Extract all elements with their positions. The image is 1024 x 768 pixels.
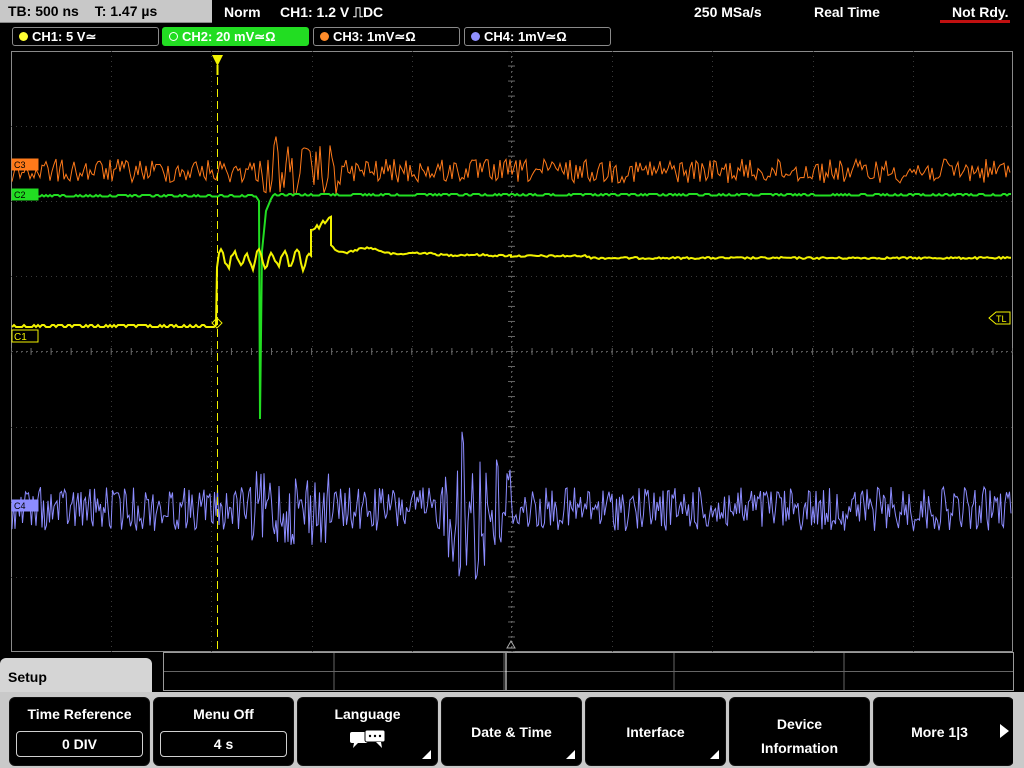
ch2-label: CH2: 20 mV≃Ω — [182, 29, 276, 44]
channel-tab-ch3[interactable]: CH3: 1mV≃Ω — [313, 27, 460, 46]
trigger-level-label: TL — [996, 314, 1007, 324]
device-information-label: Device Information — [730, 712, 869, 760]
trigger-info[interactable]: CH1: 1.2 V ⎍DC — [280, 0, 383, 24]
ch4-marker[interactable]: C4 — [11, 499, 39, 512]
menu-off-value: 4 s — [160, 731, 287, 757]
submenu-corner-icon — [710, 750, 719, 759]
speech-bubbles-icon — [350, 729, 386, 748]
submenu-corner-icon — [566, 750, 575, 759]
overview-grid — [164, 653, 1013, 690]
device-information-line2: Information — [761, 740, 838, 756]
interface-label: Interface — [626, 724, 685, 740]
device-information-softkey[interactable]: Device Information — [729, 697, 870, 766]
ch4-label: CH4: 1mV≃Ω — [484, 29, 567, 44]
timebase-box[interactable]: TB: 500 ns T: 1.47 µs — [0, 0, 212, 23]
channel-tab-ch2[interactable]: CH2: 20 mV≃Ω — [162, 27, 309, 46]
menu-title: Setup — [8, 669, 47, 685]
trigger-mode[interactable]: Norm — [224, 0, 261, 24]
ch3-label: CH3: 1mV≃Ω — [333, 29, 416, 44]
ch2-color-dot — [169, 32, 178, 41]
ch1-marker[interactable]: C1 — [11, 329, 39, 343]
next-page-arrow-icon — [1000, 724, 1009, 738]
language-label: Language — [334, 706, 401, 722]
ch4-marker-label: C4 — [14, 501, 26, 511]
sample-rate: 250 MSa/s — [694, 4, 762, 20]
trigger-time-value: T: 1.47 µs — [94, 3, 158, 19]
ch2-marker[interactable]: C2 — [11, 188, 39, 201]
more-softkey[interactable]: More 1|3 — [873, 697, 1014, 766]
menu-off-softkey[interactable]: Menu Off 4 s — [153, 697, 294, 766]
acquisition-mode: Real Time — [814, 4, 880, 20]
status-bar: TB: 500 ns T: 1.47 µs Norm CH1: 1.2 V ⎍D… — [0, 0, 1024, 24]
overview-strip — [163, 652, 1014, 691]
ch1-label: CH1: 5 V≃ — [32, 29, 97, 44]
interface-softkey[interactable]: Interface — [585, 697, 726, 766]
device-information-line1: Device — [776, 716, 823, 732]
language-softkey[interactable]: Language — [297, 697, 438, 766]
timebase-value: TB: 500 ns — [8, 3, 79, 19]
date-time-softkey[interactable]: Date & Time — [441, 697, 582, 766]
more-label: More 1|3 — [911, 724, 968, 740]
not-ready-indicator — [940, 20, 1010, 23]
menu-off-label: Menu Off — [193, 706, 254, 722]
submenu-corner-icon — [422, 750, 431, 759]
ch3-marker-label: C3 — [14, 160, 26, 170]
channel-tabs: CH1: 5 V≃ CH2: 20 mV≃Ω CH3: 1mV≃Ω CH4: 1… — [0, 26, 1024, 48]
ch1-marker-label: C1 — [14, 332, 27, 343]
ch3-color-dot — [320, 32, 329, 41]
channel-tab-ch1[interactable]: CH1: 5 V≃ — [12, 27, 159, 46]
time-reference-value: 0 DIV — [16, 731, 143, 757]
time-reference-softkey[interactable]: Time Reference 0 DIV — [9, 697, 150, 766]
ch3-marker[interactable]: C3 — [11, 158, 39, 171]
waveform-canvas: C3 C2 C1 C4 TL — [11, 51, 1013, 652]
ch4-color-dot — [471, 32, 480, 41]
waveform-display[interactable]: C3 C2 C1 C4 TL — [11, 51, 1013, 652]
right-edge-bar — [1013, 697, 1024, 768]
channel-tab-ch4[interactable]: CH4: 1mV≃Ω — [464, 27, 611, 46]
date-time-label: Date & Time — [471, 724, 552, 740]
time-reference-label: Time Reference — [27, 706, 132, 722]
ch2-marker-label: C2 — [14, 190, 26, 200]
ch1-color-dot — [19, 32, 28, 41]
